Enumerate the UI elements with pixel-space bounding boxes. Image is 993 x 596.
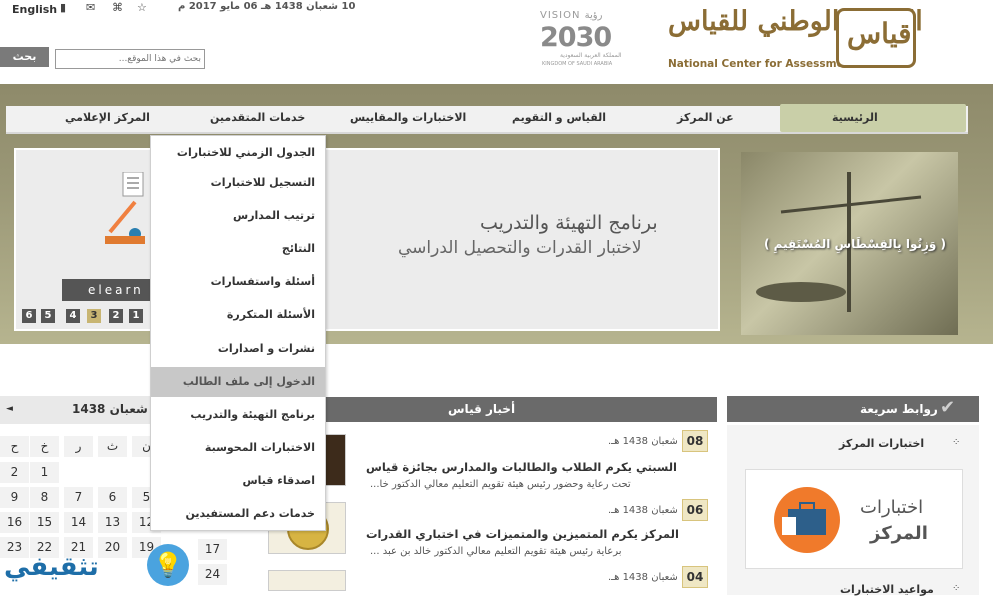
slide-subtitle: لاختبار القدرات والتحصيل الدراسي	[398, 238, 642, 258]
calendar-weekday: خ	[30, 436, 59, 457]
calendar-weekday: ر	[64, 436, 93, 457]
news-3-day: 04	[682, 566, 708, 588]
slide-page-6[interactable]: 6	[22, 309, 36, 323]
news-2-day: 06	[682, 499, 708, 521]
header-date: 10 شعبان 1438 هـ 06 مايو 2017 م	[178, 1, 356, 12]
star-icon[interactable]: ☆	[137, 1, 147, 14]
sitemap-icon[interactable]: ⌘	[112, 1, 123, 14]
quick-link-test-dates[interactable]: مواعيد الاختبارات	[840, 583, 934, 596]
slide-page-4[interactable]: 4	[66, 309, 80, 323]
watermark-text: تثقيفي	[4, 552, 99, 582]
english-link[interactable]: English	[12, 3, 57, 16]
logo-english[interactable]: National Center for Assessment	[668, 58, 856, 70]
dropdown-item-3[interactable]: ترتيب المدارس	[151, 201, 325, 231]
search-button[interactable]: بحث	[0, 47, 49, 67]
calendar-day[interactable]: 13	[98, 512, 127, 533]
slide-page-3-active[interactable]: 3	[87, 309, 101, 323]
dropdown-item-1[interactable]: الجدول الزمني للاختبارات	[151, 138, 325, 168]
calendar-day[interactable]: 16	[0, 512, 29, 533]
qiyas-logo-mark[interactable]: قياس	[836, 8, 916, 68]
bullet-icon: ⁘	[952, 583, 961, 594]
calendar-day[interactable]: 14	[64, 512, 93, 533]
calendar-day[interactable]: 6	[98, 487, 127, 508]
bullet-icon: ⁘	[952, 437, 961, 448]
calendar-day[interactable]: 24	[198, 564, 227, 585]
news-title: أخبار قياس	[448, 402, 516, 416]
mobile-icon[interactable]: ▮	[60, 1, 66, 14]
nav-tests[interactable]: الاختبارات والمقاييس	[350, 111, 466, 124]
calendar-day[interactable]: 2	[0, 462, 29, 483]
news-header	[326, 397, 717, 422]
scales-verse: ( وَزِنُوا بِالقِسْطَاسِ المُسْتَقِيمِ )	[764, 237, 947, 251]
card-line1: اختبارات	[860, 497, 924, 518]
quick-link-center-tests[interactable]: اختبارات المركز	[839, 437, 924, 450]
calendar-weekday: ح	[0, 436, 29, 457]
dropdown-item-9[interactable]: برنامج التهيئة والتدريب	[151, 400, 325, 430]
news-1-title[interactable]: السبتي يكرم الطلاب والطالبات والمدارس بج…	[366, 460, 677, 474]
news-1-excerpt: تحت رعاية وحضور رئيس هيئة تقويم التعليم …	[370, 479, 631, 490]
news-2-excerpt: برعاية رئيس هيئة تقويم التعليم معالي الد…	[370, 546, 622, 557]
elearn-label: elearn	[62, 279, 152, 301]
calendar-prev-icon[interactable]: ◄	[6, 404, 13, 414]
dropdown-item-2[interactable]: التسجيل للاختبارات	[151, 168, 325, 198]
nav-home[interactable]: الرئيسية	[832, 111, 878, 124]
check-icon: ✔	[940, 397, 956, 418]
calendar-day[interactable]: 1	[30, 462, 59, 483]
search-input[interactable]	[55, 49, 205, 69]
vision-number: 2030	[540, 22, 612, 53]
vision-sub-en: KINGDOM OF SAUDI ARABIA	[542, 61, 613, 67]
news-1-day: 08	[682, 430, 708, 452]
calendar-weekday: ث	[98, 436, 127, 457]
calendar-day[interactable]: 9	[0, 487, 29, 508]
dropdown-item-6[interactable]: الأسئلة المتكررة	[151, 300, 325, 330]
calendar-day[interactable]: 7	[64, 487, 93, 508]
vision-2030-logo: VISION رؤية 2030 المملكة العربية السعودي…	[540, 10, 640, 70]
nav-about[interactable]: عن المركز	[677, 111, 734, 124]
slide-page-5[interactable]: 5	[41, 309, 55, 323]
slide-title: برنامج التهيئة والتدريب	[480, 212, 658, 234]
dropdown-item-4[interactable]: النتائج	[151, 234, 325, 264]
dropdown-item-12[interactable]: خدمات دعم المستفيدين	[151, 499, 325, 529]
news-2-date: شعبان 1438 هـ.	[608, 505, 678, 516]
dropdown-item-5[interactable]: أسئلة واستفسارات	[151, 267, 325, 297]
nav-measure[interactable]: القياس و التقويم	[512, 111, 606, 124]
mail-icon[interactable]: ✉	[86, 1, 95, 14]
card-line2: المركز	[870, 523, 928, 544]
nav-applicants[interactable]: خدمات المتقدمين	[210, 111, 305, 124]
dropdown-item-7[interactable]: نشرات و اصدارات	[151, 334, 325, 364]
nav-media[interactable]: المركز الإعلامي	[65, 111, 150, 124]
vision-label: VISION رؤية	[540, 10, 603, 21]
calendar-day[interactable]: 15	[30, 512, 59, 533]
slide-page-2[interactable]: 2	[109, 309, 123, 323]
dropdown-item-8[interactable]: الدخول إلى ملف الطالب	[151, 367, 325, 397]
news-3-date: شعبان 1438 هـ.	[608, 572, 678, 583]
calendar-day[interactable]: 17	[198, 539, 227, 560]
vision-sub-ar: المملكة العربية السعودية	[560, 52, 622, 59]
dropdown-item-11[interactable]: اصدقاء قياس	[151, 466, 325, 496]
logo-mark-text: قياس	[847, 17, 912, 50]
slide-page-1[interactable]: 1	[129, 309, 143, 323]
lamp-illustration	[105, 172, 145, 244]
news-3-thumbnail[interactable]	[268, 570, 346, 591]
calendar-day[interactable]: 8	[30, 487, 59, 508]
quick-links-title: روابط سريعة	[860, 402, 938, 416]
news-2-title[interactable]: المركز يكرم المتميزين والمتميزات في اختب…	[366, 527, 679, 541]
briefcase-icon	[774, 487, 840, 553]
lightbulb-icon: 💡	[147, 544, 189, 586]
calendar-title: شعبان 1438	[72, 402, 148, 416]
news-1-date: شعبان 1438 هـ.	[608, 436, 678, 447]
dropdown-item-10[interactable]: الاختبارات المحوسبة	[151, 433, 325, 463]
